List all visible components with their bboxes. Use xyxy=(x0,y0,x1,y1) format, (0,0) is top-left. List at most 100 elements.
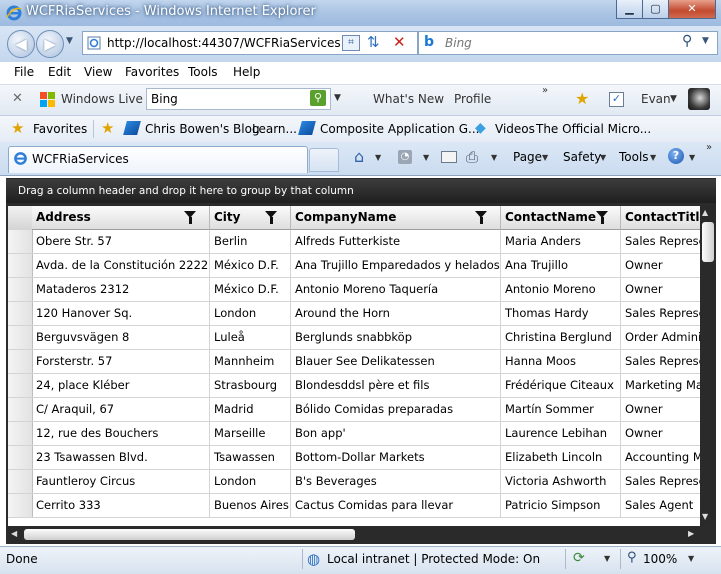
cell-city[interactable]: London xyxy=(210,470,291,493)
column-header-address[interactable]: Address xyxy=(32,206,210,230)
add-to-favorites-icon[interactable]: ★ xyxy=(101,119,114,137)
menu-edit[interactable]: Edit xyxy=(48,65,71,79)
table-row[interactable]: Fauntleroy Circus London B's Beverages Vict… xyxy=(8,470,700,494)
column-header-companyname[interactable]: CompanyName xyxy=(291,206,501,230)
cell-address[interactable]: Mataderos 2312 xyxy=(32,278,210,301)
safety-menu[interactable]: Safety xyxy=(563,150,601,164)
cell-contactname[interactable]: Patricio Simpson xyxy=(501,494,621,517)
horizontal-scroll-thumb[interactable] xyxy=(24,529,355,540)
cell-contactname[interactable]: Martín Sommer xyxy=(501,398,621,421)
home-dropdown[interactable]: ▼ xyxy=(375,153,381,162)
maximize-button[interactable]: ▢ xyxy=(642,0,669,19)
protected-mode-dropdown[interactable]: ▼ xyxy=(604,554,610,563)
security-zone-text[interactable]: Local intranet | Protected Mode: On xyxy=(327,552,540,566)
column-header-contacttitle[interactable]: ContactTitle xyxy=(621,206,700,230)
cell-companyname[interactable]: Bon app' xyxy=(291,422,501,445)
cell-contacttitle[interactable]: Sales Representative xyxy=(621,350,700,373)
row-selector[interactable] xyxy=(8,278,33,301)
tools-menu[interactable]: Tools xyxy=(619,150,649,164)
cell-contacttitle[interactable]: Owner xyxy=(621,398,700,421)
cell-companyname[interactable]: Cactus Comidas para llevar xyxy=(291,494,501,517)
home-icon[interactable]: ⌂ xyxy=(354,147,364,166)
cell-contactname[interactable]: Laurence Lebihan xyxy=(501,422,621,445)
menu-view[interactable]: View xyxy=(84,65,112,79)
table-row[interactable]: Avda. de la Constitución 2222 México D.F.… xyxy=(8,254,700,278)
more-commands-chevron[interactable]: » xyxy=(706,142,712,153)
row-selector[interactable] xyxy=(8,350,33,373)
cell-companyname[interactable]: Alfreds Futterkiste xyxy=(291,230,501,253)
row-selector[interactable] xyxy=(8,230,33,253)
cell-city[interactable]: Marseille xyxy=(210,422,291,445)
back-button[interactable]: ◀ xyxy=(7,30,35,58)
row-selector[interactable] xyxy=(8,254,33,277)
group-panel[interactable]: Drag a column header and drop it here to… xyxy=(6,179,716,203)
cell-address[interactable]: Obere Str. 57 xyxy=(32,230,210,253)
favorite-learn[interactable]: Learn... xyxy=(252,122,297,136)
scroll-right-arrow[interactable]: ▶ xyxy=(688,529,694,538)
cell-address[interactable]: Avda. de la Constitución 2222 xyxy=(32,254,210,277)
table-row[interactable]: 24, place Kléber Strasbourg Blondesddsl pè… xyxy=(8,374,700,398)
page-menu[interactable]: Page xyxy=(513,150,542,164)
row-selector[interactable] xyxy=(8,446,33,469)
new-tab-button[interactable] xyxy=(309,148,339,172)
search-options-dropdown[interactable]: ▼ xyxy=(702,36,709,46)
windows-live-link[interactable]: Windows Live xyxy=(61,92,143,106)
feeds-dropdown[interactable]: ▼ xyxy=(423,153,429,162)
cell-contactname[interactable]: Thomas Hardy xyxy=(501,302,621,325)
cell-contacttitle[interactable]: Order Administrator xyxy=(621,326,700,349)
page-menu-dropdown[interactable]: ▼ xyxy=(542,153,548,162)
live-search-icon[interactable]: ⚲ xyxy=(310,90,326,106)
close-button[interactable]: ✕ xyxy=(668,0,716,19)
column-header-contactname[interactable]: ContactName xyxy=(501,206,621,230)
minimize-button[interactable]: ▁ xyxy=(616,0,643,19)
user-name-menu[interactable]: Evan xyxy=(641,92,671,106)
rss-feeds-icon[interactable]: ◔ xyxy=(398,150,412,164)
cell-contacttitle[interactable]: Owner xyxy=(621,422,700,445)
forward-button[interactable]: ▶ xyxy=(36,30,64,58)
recent-pages-dropdown[interactable]: ▼ xyxy=(66,36,73,46)
cell-address[interactable]: Fauntleroy Circus xyxy=(32,470,210,493)
search-icon[interactable]: ⚲ xyxy=(682,33,692,49)
print-dropdown[interactable]: ▼ xyxy=(491,153,497,162)
table-row[interactable]: Berguvsvägen 8 Luleå Berglunds snabbköp Chr… xyxy=(8,326,700,350)
cell-companyname[interactable]: Ana Trujillo Emparedados y helados xyxy=(291,254,501,277)
favorites-button[interactable]: Favorites xyxy=(33,122,87,136)
cell-contacttitle[interactable]: Accounting Manager xyxy=(621,446,700,469)
row-selector-header[interactable] xyxy=(8,206,33,230)
cell-address[interactable]: 120 Hanover Sq. xyxy=(32,302,210,325)
safety-menu-dropdown[interactable]: ▼ xyxy=(600,153,606,162)
tab-wcfriaservices[interactable]: WCFRiaServices xyxy=(8,146,308,173)
table-row[interactable]: C/ Araquil, 67 Madrid Bólido Comidas prepa… xyxy=(8,398,700,422)
zoom-dropdown[interactable]: ▼ xyxy=(688,554,694,563)
menu-file[interactable]: File xyxy=(14,65,34,79)
row-selector[interactable] xyxy=(8,422,33,445)
search-box[interactable]: b ⚲ ▼ xyxy=(418,31,718,55)
print-icon[interactable]: ⎙ xyxy=(466,148,478,166)
cell-address[interactable]: Cerrito 333 xyxy=(32,494,210,517)
cell-companyname[interactable]: Blondesddsl père et fils xyxy=(291,374,501,397)
cell-contacttitle[interactable]: Sales Representative xyxy=(621,302,700,325)
cell-contacttitle[interactable]: Owner xyxy=(621,278,700,301)
user-avatar[interactable] xyxy=(688,88,710,110)
row-selector[interactable] xyxy=(8,326,33,349)
filter-icon[interactable] xyxy=(184,211,196,224)
favorite-chris-bowens-blog[interactable]: Chris Bowen's Blog xyxy=(145,122,260,136)
cell-address[interactable]: 24, place Kléber xyxy=(32,374,210,397)
cell-city[interactable]: Buenos Aires xyxy=(210,494,291,517)
cell-city[interactable]: London xyxy=(210,302,291,325)
zoom-level[interactable]: 100% xyxy=(643,552,677,566)
column-header-city[interactable]: City xyxy=(210,206,291,230)
cell-city[interactable]: Strasbourg xyxy=(210,374,291,397)
row-selector[interactable] xyxy=(8,494,33,517)
scroll-left-arrow[interactable]: ◀ xyxy=(11,529,17,538)
cell-companyname[interactable]: Antonio Moreno Taquería xyxy=(291,278,501,301)
refresh-icon[interactable]: ⇅ xyxy=(367,33,380,51)
mail-icon[interactable] xyxy=(441,151,457,163)
user-menu-dropdown[interactable]: ▼ xyxy=(670,94,677,104)
help-dropdown[interactable]: ▼ xyxy=(689,153,695,162)
cell-contacttitle[interactable]: Sales Representative xyxy=(621,230,700,253)
cell-city[interactable]: Luleå xyxy=(210,326,291,349)
table-row[interactable]: 12, rue des Bouchers Marseille Bon app' Lau… xyxy=(8,422,700,446)
scroll-down-arrow[interactable]: ▼ xyxy=(702,512,708,521)
stop-icon[interactable]: ✕ xyxy=(393,33,406,51)
